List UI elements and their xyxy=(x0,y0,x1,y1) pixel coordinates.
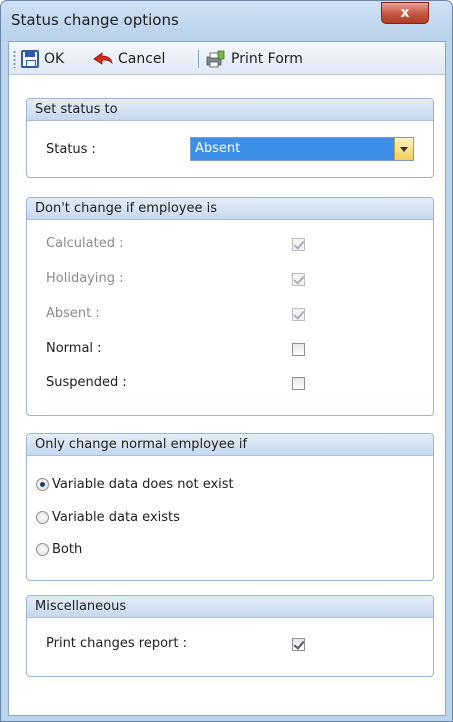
toolbar: OK Cancel Print Form xyxy=(9,42,445,75)
dialog-window: Status change options x OK Cancel Print … xyxy=(0,0,453,722)
holidaying-checkbox[interactable] xyxy=(292,273,305,286)
save-icon xyxy=(21,50,39,68)
only-change-header: Only change normal employee if xyxy=(27,434,433,456)
status-select[interactable]: Absent xyxy=(190,137,414,161)
dont-change-header: Don't change if employee is xyxy=(27,198,433,220)
dont-change-group: Don't change if employee is Calculated :… xyxy=(26,197,434,416)
print-form-icon xyxy=(206,50,226,68)
print-report-checkbox[interactable] xyxy=(292,638,305,651)
radio-both[interactable]: Both xyxy=(36,542,82,557)
only-change-group: Only change normal employee if Variable … xyxy=(26,433,434,581)
close-icon: x xyxy=(400,5,410,21)
suspended-label: Suspended : xyxy=(46,375,127,390)
undo-arrow-icon xyxy=(93,51,113,67)
window-title: Status change options xyxy=(11,11,179,29)
cancel-label: Cancel xyxy=(118,51,166,67)
absent-label: Absent : xyxy=(46,306,100,321)
print-form-label: Print Form xyxy=(231,51,303,67)
suspended-checkbox[interactable] xyxy=(292,377,305,390)
title-bar[interactable]: Status change options x xyxy=(1,1,452,41)
close-button[interactable]: x xyxy=(381,2,429,24)
normal-checkbox[interactable] xyxy=(292,343,305,356)
radio-label: Variable data exists xyxy=(52,510,180,525)
calculated-label: Calculated : xyxy=(46,236,124,251)
radio-button[interactable] xyxy=(36,478,49,491)
chevron-down-icon[interactable] xyxy=(394,138,413,160)
toolbar-grip[interactable] xyxy=(13,50,16,68)
status-select-value: Absent xyxy=(195,141,241,156)
toolbar-separator xyxy=(198,50,199,68)
miscellaneous-header: Miscellaneous xyxy=(27,596,433,618)
calculated-checkbox[interactable] xyxy=(292,238,305,251)
dialog-content: OK Cancel Print Form Set status to Statu… xyxy=(8,41,446,716)
cancel-button[interactable]: Cancel xyxy=(93,49,165,69)
radio-button[interactable] xyxy=(36,511,49,524)
status-label: Status : xyxy=(46,142,96,157)
ok-button[interactable]: OK xyxy=(21,49,64,69)
radio-label: Both xyxy=(52,542,83,557)
print-form-button[interactable]: Print Form xyxy=(206,49,303,69)
normal-label: Normal : xyxy=(46,341,102,356)
set-status-header: Set status to xyxy=(27,99,433,121)
radio-variable-not-exist[interactable]: Variable data does not exist xyxy=(36,477,234,492)
radio-variable-exists[interactable]: Variable data exists xyxy=(36,510,180,525)
miscellaneous-group: Miscellaneous Print changes report : xyxy=(26,595,434,677)
radio-label: Variable data does not exist xyxy=(52,477,234,492)
radio-button[interactable] xyxy=(36,543,49,556)
absent-checkbox[interactable] xyxy=(292,308,305,321)
ok-label: OK xyxy=(44,51,65,67)
set-status-group: Set status to Status : Absent xyxy=(26,98,434,178)
print-report-label: Print changes report : xyxy=(46,636,188,651)
holidaying-label: Holidaying : xyxy=(46,271,124,286)
